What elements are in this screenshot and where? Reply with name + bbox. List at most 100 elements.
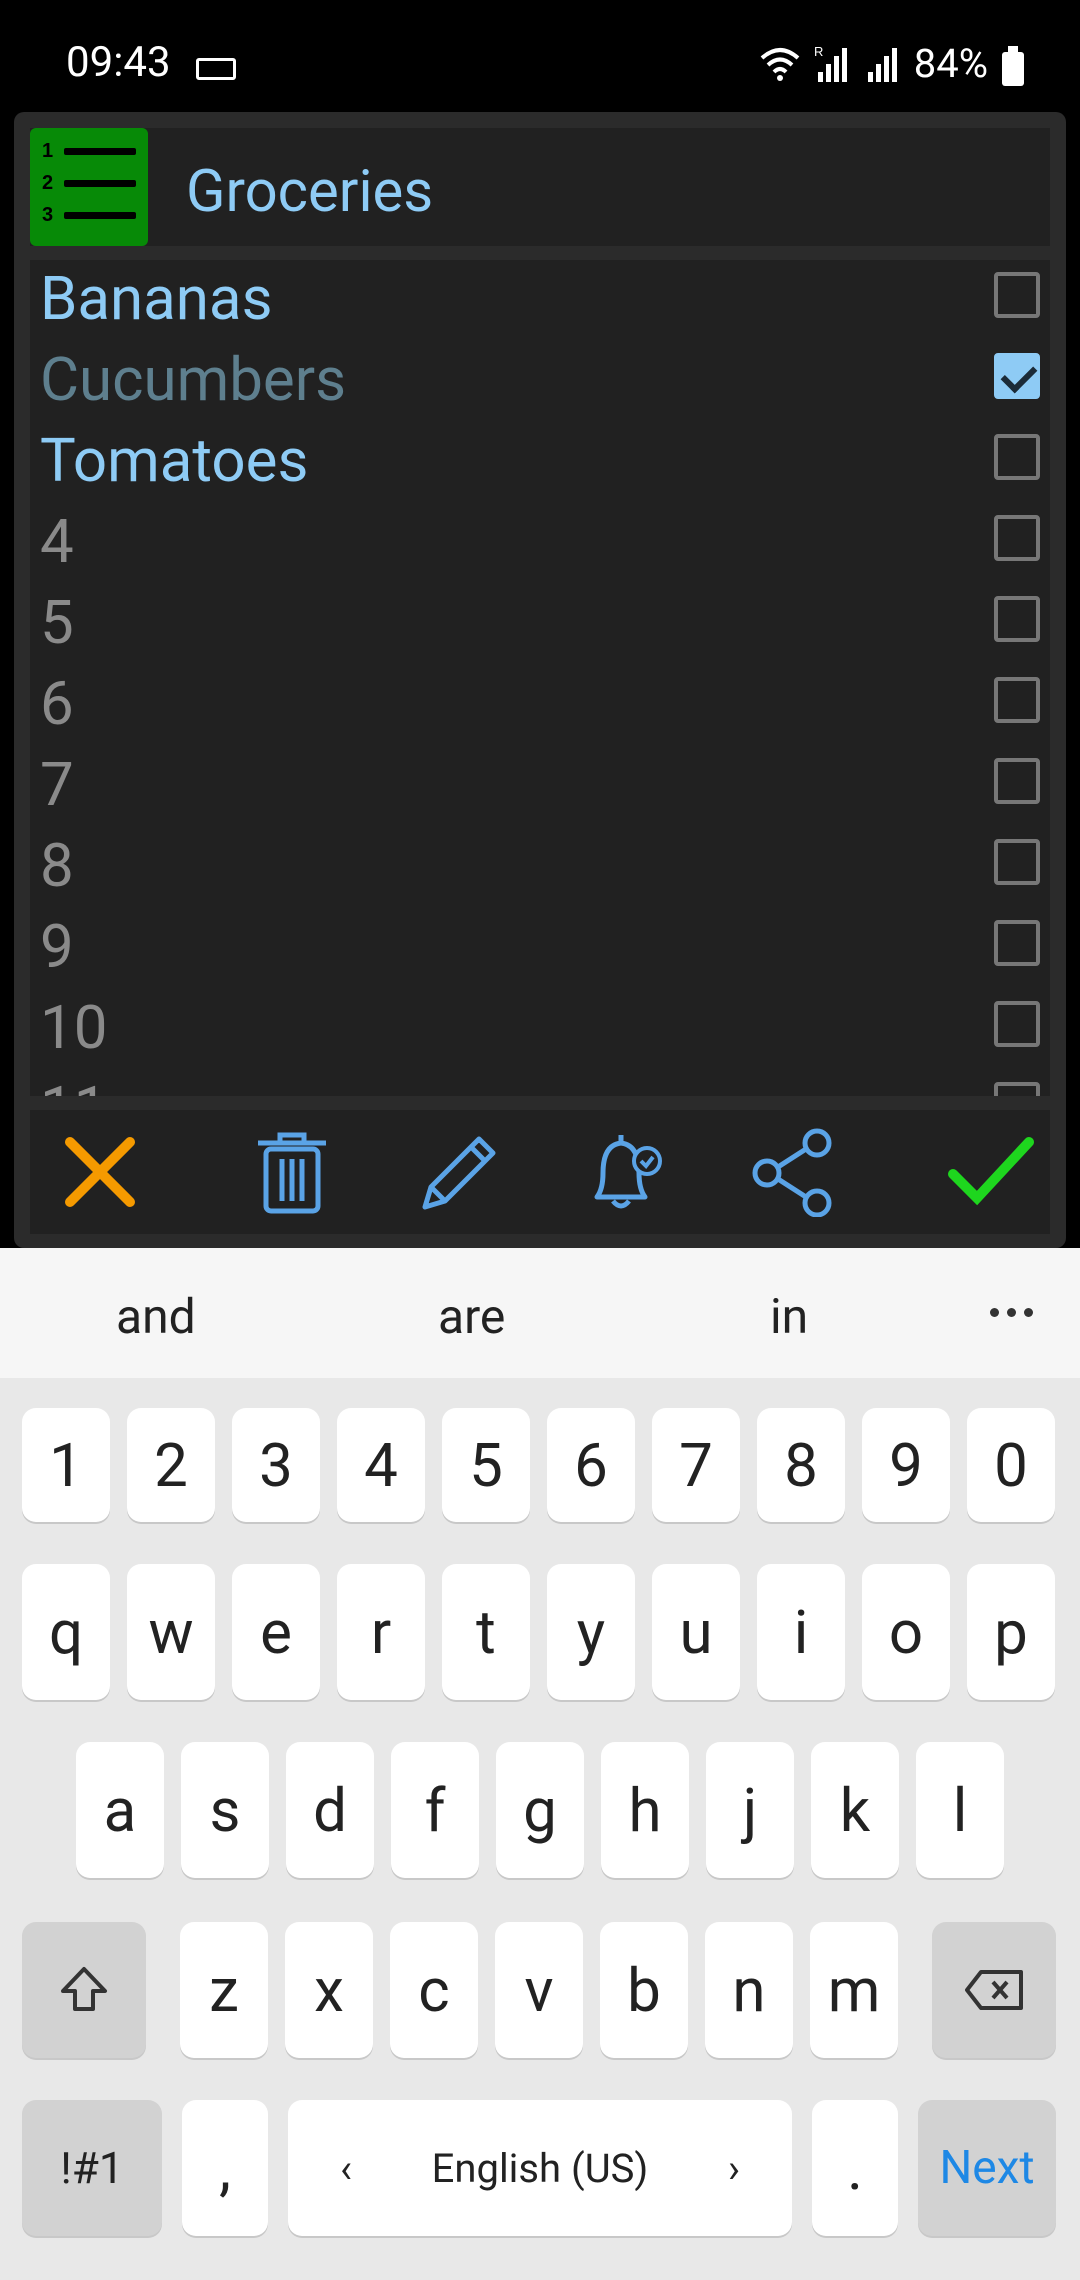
key-n[interactable]: n <box>705 1922 793 2058</box>
list-item[interactable]: Bananas <box>30 260 1050 341</box>
list-item[interactable]: Tomatoes <box>30 422 1050 503</box>
list-item-label[interactable]: Bananas <box>40 264 273 334</box>
key-f[interactable]: f <box>391 1742 479 1878</box>
key-o[interactable]: o <box>862 1564 950 1700</box>
list-item-label[interactable]: Cucumbers <box>40 345 346 415</box>
checkbox[interactable] <box>994 1001 1040 1047</box>
shift-key[interactable] <box>22 1922 146 2058</box>
list-item[interactable]: 10 <box>30 989 1050 1070</box>
list-item[interactable]: 4 <box>30 503 1050 584</box>
signal-icon <box>867 47 897 82</box>
checkbox[interactable] <box>994 434 1040 480</box>
list-item-label[interactable]: 5 <box>40 588 74 658</box>
list-item-label[interactable]: 4 <box>40 507 74 577</box>
key-e[interactable]: e <box>232 1564 320 1700</box>
list-item-label[interactable]: 9 <box>40 912 74 982</box>
key-m[interactable]: m <box>810 1922 898 2058</box>
checkbox[interactable] <box>994 920 1040 966</box>
key-s[interactable]: s <box>181 1742 269 1878</box>
key-a[interactable]: a <box>76 1742 164 1878</box>
keyboard-indicator-icon <box>196 58 236 80</box>
key-5[interactable]: 5 <box>442 1408 530 1522</box>
checkbox-checked[interactable] <box>994 353 1040 399</box>
bell-reminder-icon <box>594 1135 662 1209</box>
key-c[interactable]: c <box>390 1922 478 2058</box>
key-y[interactable]: y <box>547 1564 635 1700</box>
list-item-label[interactable]: 8 <box>40 831 74 901</box>
key-g[interactable]: g <box>496 1742 584 1878</box>
checkbox[interactable] <box>994 758 1040 804</box>
list-item-label[interactable]: 11 <box>40 1074 107 1097</box>
key-p[interactable]: p <box>967 1564 1055 1700</box>
reminder-button[interactable] <box>576 1122 676 1222</box>
key-w[interactable]: w <box>127 1564 215 1700</box>
checkbox[interactable] <box>994 272 1040 318</box>
suggestion-2[interactable]: are <box>438 1288 505 1345</box>
period-key[interactable]: . <box>812 2100 898 2236</box>
key-d[interactable]: d <box>286 1742 374 1878</box>
key-7[interactable]: 7 <box>652 1408 740 1522</box>
list-item-label[interactable]: Tomatoes <box>40 426 308 496</box>
key-0[interactable]: 0 <box>967 1408 1055 1522</box>
key-i[interactable]: i <box>757 1564 845 1700</box>
list-title[interactable]: Groceries <box>186 158 433 226</box>
language-prev-icon: ‹ <box>340 2144 353 2192</box>
space-key[interactable]: ‹ English (US) › <box>288 2100 792 2236</box>
edit-button[interactable] <box>410 1122 510 1222</box>
key-4[interactable]: 4 <box>337 1408 425 1522</box>
checkbox[interactable] <box>994 515 1040 561</box>
symbols-key[interactable]: !#1 <box>22 2100 162 2236</box>
key-q[interactable]: q <box>22 1564 110 1700</box>
key-l[interactable]: l <box>916 1742 1004 1878</box>
numbered-list-icon[interactable]: 1 2 3 <box>30 128 148 246</box>
more-suggestions-icon[interactable] <box>990 1308 1033 1317</box>
list-item[interactable]: Cucumbers <box>30 341 1050 422</box>
key-b[interactable]: b <box>600 1922 688 2058</box>
checkbox[interactable] <box>994 596 1040 642</box>
list-item[interactable]: 5 <box>30 584 1050 665</box>
list-item-label[interactable]: 10 <box>40 993 107 1063</box>
list-item[interactable]: 9 <box>30 908 1050 989</box>
battery-icon <box>1002 46 1024 86</box>
list-item-label[interactable]: 7 <box>40 750 74 820</box>
next-key[interactable]: Next <box>918 2100 1056 2236</box>
suggestion-3[interactable]: in <box>770 1288 808 1345</box>
checkbox[interactable] <box>994 677 1040 723</box>
key-v[interactable]: v <box>495 1922 583 2058</box>
key-2[interactable]: 2 <box>127 1408 215 1522</box>
list-item[interactable]: 8 <box>30 827 1050 908</box>
share-button[interactable] <box>744 1122 844 1222</box>
checkbox[interactable] <box>994 1082 1040 1096</box>
checkbox[interactable] <box>994 839 1040 885</box>
list-item[interactable]: 6 <box>30 665 1050 746</box>
action-toolbar <box>30 1110 1050 1234</box>
item-list[interactable]: Bananas Cucumbers Tomatoes 4 5 6 7 8 9 10 11 <box>30 260 1050 1096</box>
key-x[interactable]: x <box>285 1922 373 2058</box>
key-1[interactable]: 1 <box>22 1408 110 1522</box>
delete-button[interactable] <box>242 1122 342 1222</box>
svg-text:R: R <box>814 44 823 59</box>
list-item[interactable]: 11 <box>30 1070 1050 1096</box>
backspace-key[interactable] <box>932 1922 1056 2058</box>
signal-roaming-icon: R <box>814 44 847 82</box>
key-k[interactable]: k <box>811 1742 899 1878</box>
key-u[interactable]: u <box>652 1564 740 1700</box>
comma-key[interactable]: , <box>182 2100 268 2236</box>
list-item-label[interactable]: 6 <box>40 669 74 739</box>
key-r[interactable]: r <box>337 1564 425 1700</box>
key-z[interactable]: z <box>180 1922 268 2058</box>
list-item[interactable]: 7 <box>30 746 1050 827</box>
cancel-button[interactable] <box>50 1122 150 1222</box>
key-6[interactable]: 6 <box>547 1408 635 1522</box>
key-9[interactable]: 9 <box>862 1408 950 1522</box>
key-h[interactable]: h <box>601 1742 689 1878</box>
suggestion-1[interactable]: and <box>116 1288 196 1345</box>
checkmark-icon <box>948 1137 1034 1206</box>
close-icon <box>65 1137 135 1207</box>
key-8[interactable]: 8 <box>757 1408 845 1522</box>
status-time: 09:43 <box>66 38 171 87</box>
confirm-button[interactable] <box>940 1122 1040 1222</box>
key-t[interactable]: t <box>442 1564 530 1700</box>
key-j[interactable]: j <box>706 1742 794 1878</box>
key-3[interactable]: 3 <box>232 1408 320 1522</box>
